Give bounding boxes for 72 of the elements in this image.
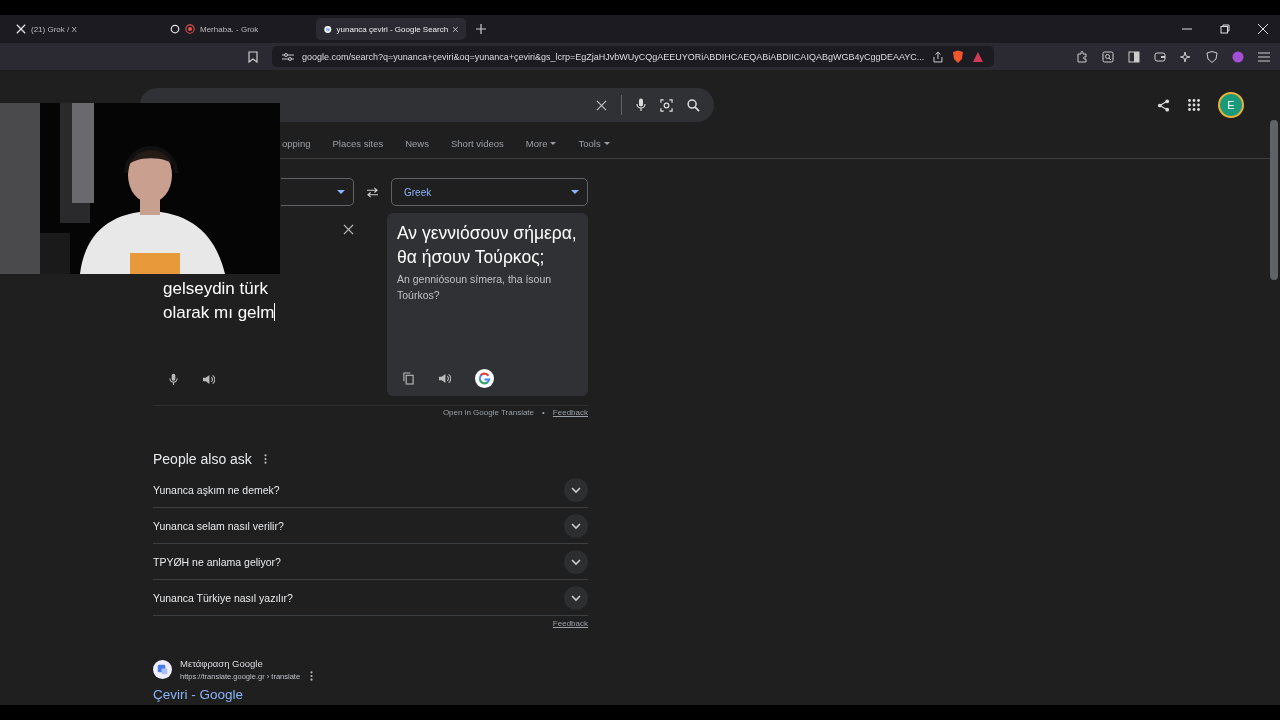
close-icon[interactable] [453,25,458,33]
bookmark-icon[interactable] [248,50,258,63]
address-bar[interactable]: google.com/search?q=yunanca+çeviri&oq=yunanca+çeviri&gs_lcrp=EgZjaHJvbWUyCQgAEEUYORiABDIHCAEQABiABDIICAIQABgWGB4yCggDEAAYC... [272,46,994,67]
wallet-icon[interactable] [1154,50,1166,63]
triangle-icon[interactable] [972,50,984,63]
search-filter-tab[interactable]: opping [282,138,311,149]
language-dropdown[interactable] [281,178,354,206]
search-icon[interactable] [1102,50,1114,63]
shield-icon[interactable] [952,49,965,64]
browser-tab[interactable]: yunanca çeviri - Google Search [316,18,466,40]
google-icon[interactable] [475,369,494,388]
caret-icon [550,142,557,145]
speaker-icon[interactable] [438,373,451,384]
shield-icon[interactable] [1206,50,1218,63]
separator-dot: • [542,408,545,417]
sparkle-icon[interactable] [1180,50,1192,63]
source-text-input[interactable]: gelseydin türk olarak mı gelm [163,277,313,325]
chevron-down-icon[interactable] [564,513,588,538]
clear-icon[interactable] [596,99,607,111]
question-text[interactable]: Yunanca selam nasıl verilir? [153,519,284,532]
language-dropdown[interactable]: Greek [391,178,588,206]
open-translate-link[interactable]: Open in Google Translate [442,408,535,417]
question-text[interactable]: TPYØH ne anlama geliyor? [153,555,281,568]
site-name: Μετάφραση Google [180,658,264,669]
close-icon[interactable] [1258,24,1268,34]
microphone-icon[interactable] [636,98,646,112]
profile-icon[interactable] [1232,50,1244,63]
browser-tab[interactable]: Merhaba. - Grok [162,18,312,40]
site-settings-icon[interactable] [282,51,294,62]
caret-icon [337,190,345,194]
question-text[interactable]: Yunanca aşkım ne demek? [153,483,280,496]
chevron-down-icon[interactable] [564,585,588,610]
puzzle-icon[interactable] [1076,50,1088,63]
search-filter-tab[interactable]: Places sites [332,138,384,149]
swap-icon[interactable] [366,186,379,198]
search-filter-tab[interactable]: News [405,138,429,149]
caret-icon [603,142,610,145]
sidebar-icon[interactable] [1128,50,1140,63]
google-icon [324,23,332,35]
transliteration-text: An genniósoun símera, tha ísoun Toúrkos? [397,272,553,303]
account-avatar[interactable]: E [1218,92,1244,118]
record-icon [185,24,195,34]
result-title-link[interactable]: Çeviri - Google [153,687,244,702]
translation-text: Αν γεννιόσουν σήμερα, θα ήσουν Τούρκος; [397,222,578,269]
copy-icon[interactable] [403,372,414,385]
clear-icon[interactable] [343,224,354,235]
browser-tab[interactable]: (21) Grok / X [8,18,158,40]
translate-site-icon [153,660,172,679]
apps-grid-icon[interactable] [1188,99,1200,111]
circle-icon [170,24,180,34]
section-heading: People also ask [153,451,252,467]
caret-icon [571,190,579,194]
search-filter-tab[interactable]: More [525,138,557,149]
more-options-icon[interactable] [263,454,267,464]
new-tab-icon[interactable] [476,24,486,34]
restore-icon[interactable] [1220,24,1230,34]
chevron-down-icon[interactable] [564,549,588,574]
search-icon[interactable] [687,98,700,112]
menu-icon[interactable] [1258,50,1270,63]
x-logo-icon [16,24,26,34]
camera-icon[interactable] [660,98,673,112]
share-icon[interactable] [1157,98,1170,112]
feedback-link[interactable]: Feedback [552,408,588,417]
share-icon[interactable] [932,50,945,63]
search-filter-tab[interactable]: Short videos [451,138,504,149]
feedback-link[interactable]: Feedback [552,619,588,628]
chevron-down-icon[interactable] [564,477,588,502]
search-filter-tab[interactable]: Tools [578,138,610,149]
more-options-icon[interactable] [310,671,314,681]
question-text[interactable]: Yunanca Türkiye nasıl yazılır? [153,591,293,604]
speaker-icon[interactable] [202,374,215,385]
microphone-icon[interactable] [169,373,178,386]
